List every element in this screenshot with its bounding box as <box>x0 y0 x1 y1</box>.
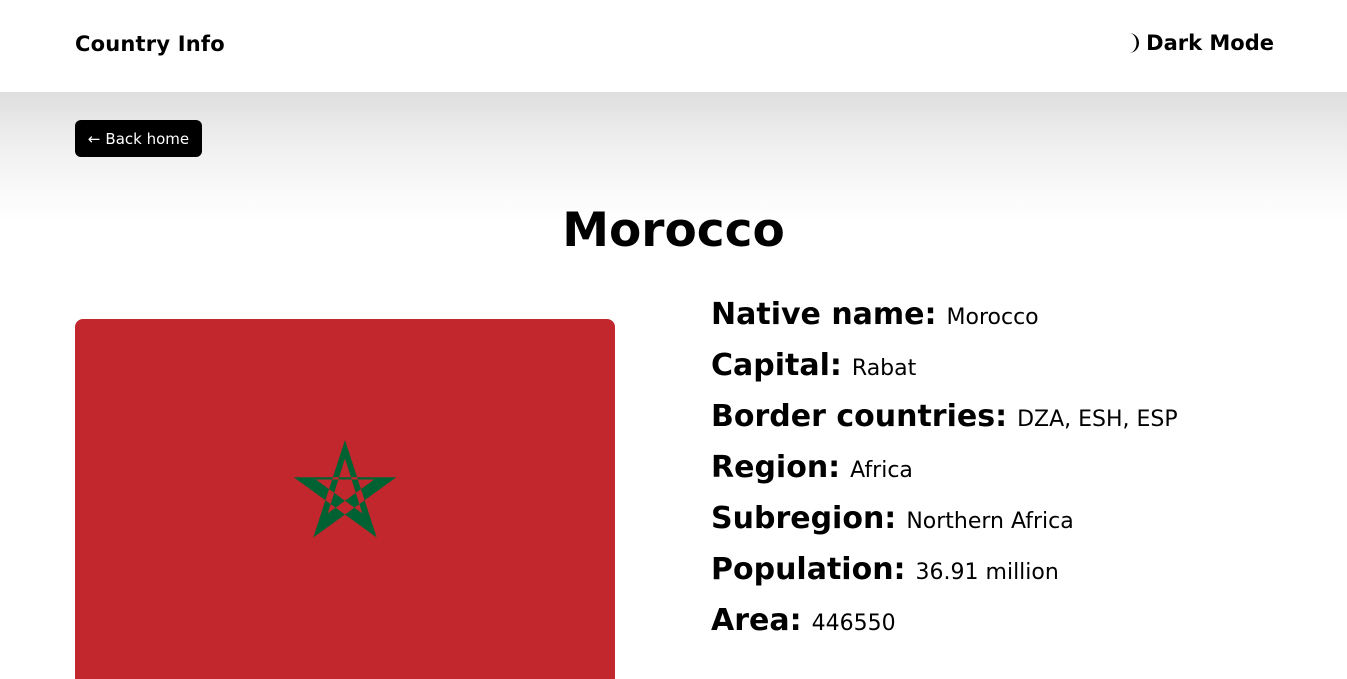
detail-row-capital: Capital: Rabat <box>711 348 1178 399</box>
country-details: Native name: Morocco Capital: Rabat Bord… <box>711 297 1178 654</box>
detail-value: DZA, ESH, ESP <box>1017 407 1178 432</box>
app-title: Country Info <box>75 32 225 56</box>
dark-mode-label: Dark Mode <box>1146 31 1274 55</box>
detail-value: 446550 <box>811 611 896 636</box>
detail-row-native-name: Native name: Morocco <box>711 297 1178 348</box>
detail-label: Area: <box>711 603 802 638</box>
back-arrow-icon: ← <box>87 129 101 148</box>
top-header: Country Info Dark Mode <box>0 0 1347 92</box>
detail-row-region: Region: Africa <box>711 450 1178 501</box>
detail-label: Subregion: <box>711 501 897 536</box>
back-home-button[interactable]: ← Back home <box>75 120 202 157</box>
detail-value: 36.91 million <box>915 560 1059 585</box>
detail-row-area: Area: 446550 <box>711 603 1178 654</box>
detail-label: Population: <box>711 552 906 587</box>
detail-row-border-countries: Border countries: DZA, ESH, ESP <box>711 399 1178 450</box>
country-name-heading: Morocco <box>562 203 785 258</box>
detail-row-subregion: Subregion: Northern Africa <box>711 501 1178 552</box>
moon-icon <box>1129 33 1140 53</box>
country-flag <box>75 319 615 679</box>
detail-value: Africa <box>850 458 913 483</box>
detail-row-population: Population: 36.91 million <box>711 552 1178 603</box>
detail-value: Rabat <box>851 356 917 381</box>
detail-value: Morocco <box>946 305 1039 330</box>
detail-label: Native name: <box>711 297 937 332</box>
detail-label: Capital: <box>711 348 842 383</box>
dark-mode-toggle[interactable]: Dark Mode <box>1124 31 1274 55</box>
detail-label: Border countries: <box>711 399 1008 434</box>
flag-background <box>75 319 615 679</box>
morocco-flag-image <box>75 319 615 679</box>
detail-value: Northern Africa <box>906 509 1074 534</box>
detail-label: Region: <box>711 450 841 485</box>
back-home-label: Back home <box>105 129 190 148</box>
